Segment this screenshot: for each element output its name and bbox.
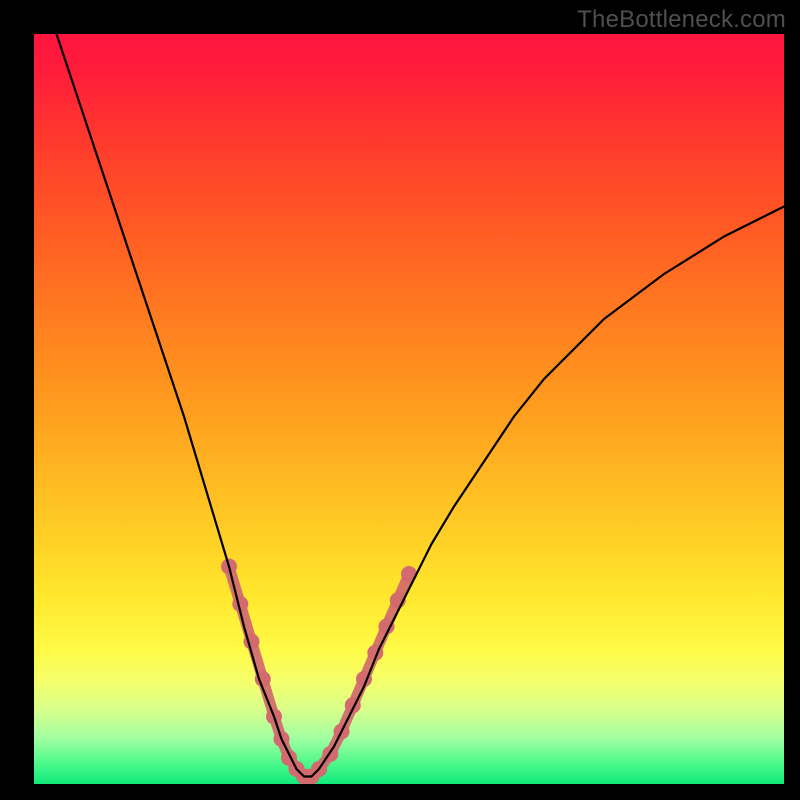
plot-area — [34, 34, 784, 784]
marker-group — [221, 559, 417, 785]
curve-layer — [34, 34, 784, 784]
bottleneck-curve — [57, 34, 785, 777]
watermark-text: TheBottleneck.com — [577, 6, 786, 34]
chart-frame: TheBottleneck.com — [0, 0, 800, 800]
